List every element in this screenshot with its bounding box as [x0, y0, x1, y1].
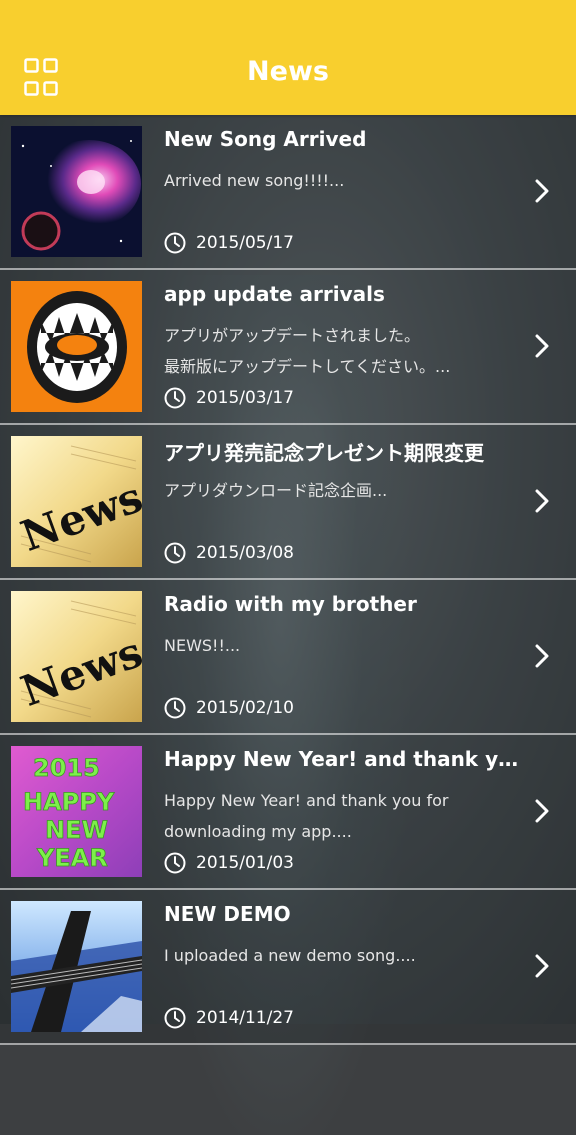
news-date-text: 2014/11/27 — [196, 1008, 294, 1028]
news-description-line: Happy New Year! and thank you for — [164, 791, 449, 810]
nebula-thumbnail — [11, 126, 142, 257]
clock-icon — [164, 232, 186, 254]
news-list: New Song Arrived Arrived new song!!!!...… — [0, 115, 576, 1045]
news-description-line: アプリがアップデートされました。 — [164, 326, 421, 345]
news-title: app update arrivals — [164, 282, 385, 306]
news-description-line: downloading my app.... — [164, 822, 352, 841]
news-item[interactable]: NEW DEMO I uploaded a new demo song.... … — [0, 890, 576, 1045]
news-date: 2015/01/03 — [164, 852, 294, 874]
thumb-text: NEW — [45, 816, 108, 844]
chevron-right-icon — [535, 954, 549, 978]
news-newspaper-thumbnail: News — [11, 591, 142, 722]
app-header: News — [0, 0, 576, 115]
thumb-text: HAPPY — [23, 788, 115, 816]
clock-icon — [164, 697, 186, 719]
clock-icon — [164, 542, 186, 564]
news-date: 2015/02/10 — [164, 697, 294, 719]
clock-icon — [164, 1007, 186, 1029]
news-item[interactable]: app update arrivals アプリがアップデートされました。 最新版… — [0, 270, 576, 425]
clock-icon — [164, 852, 186, 874]
news-date-text: 2015/05/17 — [196, 233, 294, 253]
news-item[interactable]: New Song Arrived Arrived new song!!!!...… — [0, 115, 576, 270]
news-item[interactable]: News アプリ発売記念プレゼント期限変更 アプリダウンロード記念企画... 2… — [0, 425, 576, 580]
news-description-line: I uploaded a new demo song.... — [164, 946, 416, 965]
news-description-line: Arrived new song!!!!... — [164, 171, 345, 190]
chevron-right-icon — [535, 799, 549, 823]
thumb-text: 2015 — [33, 754, 100, 782]
chevron-right-icon — [535, 489, 549, 513]
thumb-text: YEAR — [36, 844, 108, 872]
news-description-line: 最新版にアップデートしてください。... — [164, 357, 451, 376]
news-description: NEWS!!... — [164, 630, 514, 661]
news-item[interactable]: News Radio with my brother NEWS!!... 201… — [0, 580, 576, 735]
news-description: Arrived new song!!!!... — [164, 165, 514, 196]
news-date: 2015/03/08 — [164, 542, 294, 564]
news-description-line: アプリダウンロード記念企画... — [164, 481, 388, 500]
news-newspaper-thumbnail: News — [11, 436, 142, 567]
news-description: Happy New Year! and thank you for downlo… — [164, 785, 514, 847]
news-date-text: 2015/01/03 — [196, 853, 294, 873]
news-title: Happy New Year! and thank you for downlo… — [164, 747, 520, 771]
monster-mouth-thumbnail — [11, 281, 142, 412]
page-title: News — [247, 56, 329, 87]
news-title: New Song Arrived — [164, 127, 367, 151]
clock-icon — [164, 387, 186, 409]
news-date: 2015/05/17 — [164, 232, 294, 254]
news-description: アプリダウンロード記念企画... — [164, 475, 514, 506]
news-title: Radio with my brother — [164, 592, 417, 616]
chevron-right-icon — [535, 334, 549, 358]
chevron-right-icon — [535, 644, 549, 668]
news-date: 2015/03/17 — [164, 387, 294, 409]
news-description: I uploaded a new demo song.... — [164, 940, 514, 971]
happy-new-year-thumbnail: 2015 HAPPY NEW YEAR — [11, 746, 142, 877]
news-description-line: NEWS!!... — [164, 636, 241, 655]
chevron-right-icon — [535, 179, 549, 203]
news-date: 2014/11/27 — [164, 1007, 294, 1029]
news-date-text: 2015/02/10 — [196, 698, 294, 718]
news-title: アプリ発売記念プレゼント期限変更 — [164, 441, 484, 465]
news-title: NEW DEMO — [164, 902, 291, 926]
news-description: アプリがアップデートされました。 最新版にアップデートしてください。... — [164, 320, 514, 382]
news-date-text: 2015/03/08 — [196, 543, 294, 563]
news-date-text: 2015/03/17 — [196, 388, 294, 408]
guitar-thumbnail — [11, 901, 142, 1032]
news-item[interactable]: 2015 HAPPY NEW YEAR Happy New Year! and … — [0, 735, 576, 890]
